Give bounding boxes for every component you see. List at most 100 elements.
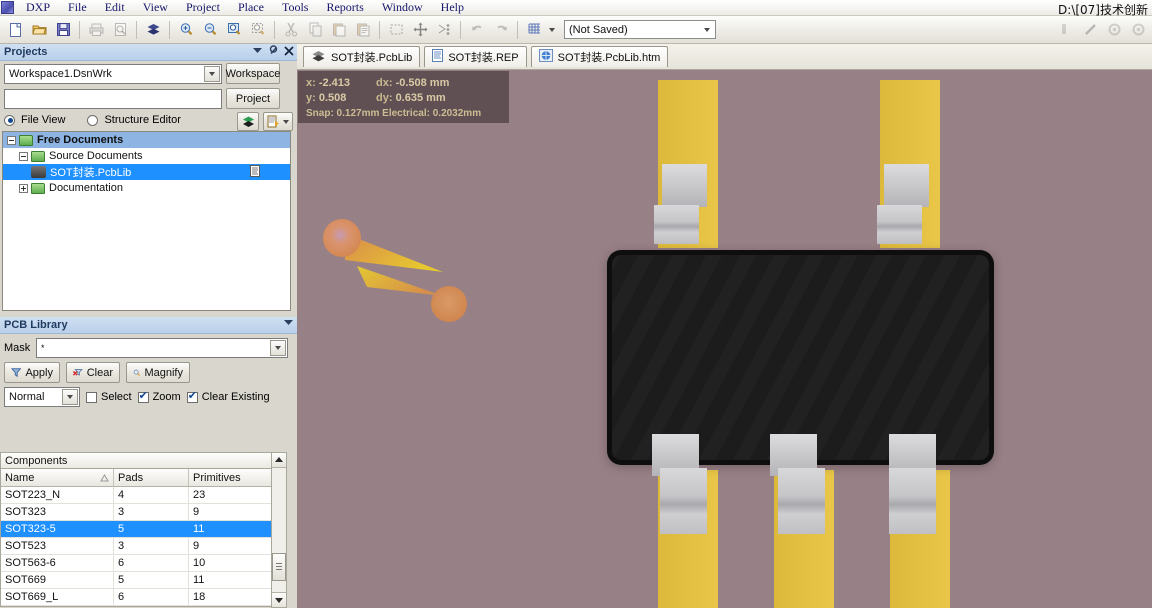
save-icon[interactable] <box>51 18 75 42</box>
board-layers-icon[interactable] <box>141 18 165 42</box>
file-view-radio[interactable] <box>4 114 15 126</box>
paste-icon[interactable] <box>327 18 351 42</box>
table-row[interactable]: SOT563-6 6 10 <box>1 555 278 572</box>
clear-existing-checkbox-group[interactable]: Clear Existing <box>186 390 270 403</box>
clear-button[interactable]: Clear <box>66 362 120 383</box>
chevron-down-icon[interactable] <box>204 65 220 82</box>
undo-icon[interactable] <box>465 18 489 42</box>
menu-item-window[interactable]: Window <box>373 0 432 15</box>
menu-item-project[interactable]: Project <box>177 0 229 15</box>
menu-item-place[interactable]: Place <box>229 0 273 15</box>
move-icon[interactable] <box>408 18 432 42</box>
components-table[interactable]: Name Pads Primitives SOT223_N 4 23 SOT32… <box>0 469 279 607</box>
menu-item-reports[interactable]: Reports <box>317 0 372 15</box>
print-preview-icon[interactable] <box>108 18 132 42</box>
tab-sot-pcblib-htm[interactable]: SOT封装.PcbLib.htm <box>530 46 669 67</box>
close-icon[interactable] <box>284 45 294 59</box>
structure-editor-radio[interactable] <box>87 114 99 126</box>
column-header-primitives[interactable]: Primitives <box>189 469 278 486</box>
lead-top-left-upper <box>662 164 707 207</box>
magnify-button[interactable]: Magnify <box>126 362 190 383</box>
table-row[interactable]: SOT323-5 5 11 <box>1 521 278 538</box>
lead-top-right-lower <box>877 205 922 244</box>
scroll-up-icon[interactable] <box>272 453 286 468</box>
select-area-icon[interactable] <box>384 18 408 42</box>
menu-item-file[interactable]: File <box>59 0 96 15</box>
dxp-logo-icon[interactable] <box>1 1 14 14</box>
select-checkbox-group[interactable]: Select <box>86 391 132 403</box>
chevron-down-icon[interactable] <box>283 318 294 330</box>
open-report-icon[interactable] <box>263 112 293 131</box>
filter-icon <box>11 368 22 378</box>
tree-node-source-documents[interactable]: Source Documents <box>3 148 290 164</box>
zoom-selected-icon[interactable] <box>246 18 270 42</box>
display-mode-value: Normal <box>9 391 45 403</box>
scroll-down-icon[interactable] <box>272 592 286 607</box>
table-row[interactable]: SOT669 5 11 <box>1 572 278 589</box>
saved-state-combo[interactable]: (Not Saved) <box>564 20 716 39</box>
chevron-down-icon[interactable] <box>699 22 714 37</box>
menu-item-help[interactable]: Help <box>432 0 473 15</box>
project-row: Project <box>0 86 297 111</box>
align-icon[interactable] <box>432 18 456 42</box>
chevron-down-icon[interactable] <box>270 340 286 356</box>
redo-icon[interactable] <box>489 18 513 42</box>
display-mode-combo[interactable]: Normal <box>4 387 80 407</box>
open-folder-icon[interactable] <box>27 18 51 42</box>
table-row[interactable]: SOT669_L 6 18 <box>1 589 278 606</box>
structure-editor-label[interactable]: Structure Editor <box>104 114 180 126</box>
expand-toggle-icon[interactable] <box>19 183 28 193</box>
pad-icon[interactable] <box>1102 18 1126 42</box>
zoom-checkbox[interactable] <box>137 390 149 403</box>
menu-label: Place <box>237 0 264 14</box>
zoom-area-icon[interactable] <box>222 18 246 42</box>
project-tree[interactable]: Free Documents Source Documents SOT封装.Pc… <box>2 131 291 311</box>
paste-special-icon[interactable] <box>351 18 375 42</box>
clear-existing-checkbox[interactable] <box>186 390 198 403</box>
chevron-down-icon[interactable] <box>62 389 78 405</box>
menu-item-tools[interactable]: Tools <box>273 0 318 15</box>
apply-button[interactable]: Apply <box>4 362 60 383</box>
menu-item-view[interactable]: View <box>134 0 177 15</box>
collapse-toggle-icon[interactable] <box>19 151 28 161</box>
table-row[interactable]: SOT523 3 9 <box>1 538 278 555</box>
menu-item-edit[interactable]: Edit <box>96 0 134 15</box>
file-view-label[interactable]: File View <box>21 114 65 126</box>
components-scrollbar[interactable] <box>271 452 287 608</box>
workspace-button[interactable]: Workspace <box>226 63 280 84</box>
new-document-icon[interactable] <box>3 18 27 42</box>
tab-sot-pcblib[interactable]: SOT封装.PcbLib <box>303 46 421 67</box>
line-icon[interactable] <box>1078 18 1102 42</box>
print-icon[interactable] <box>84 18 108 42</box>
layers-icon[interactable] <box>1054 18 1078 42</box>
board-icon[interactable] <box>237 112 259 131</box>
grid-icon[interactable] <box>522 18 546 42</box>
menu-item-dxp[interactable]: DXP <box>17 0 59 15</box>
chevron-down-icon[interactable] <box>252 46 263 58</box>
tree-node-sot-pcblib[interactable]: SOT封装.PcbLib <box>3 164 290 180</box>
workspace-combo[interactable]: Workspace1.DsnWrk <box>4 63 222 84</box>
table-row[interactable]: SOT223_N 4 23 <box>1 487 278 504</box>
via-icon[interactable] <box>1126 18 1150 42</box>
tab-sot-rep[interactable]: SOT封装.REP <box>424 46 527 67</box>
pin-icon[interactable] <box>268 45 279 59</box>
grid-dropdown-arrow-icon[interactable] <box>546 18 558 42</box>
table-row[interactable]: SOT323 3 9 <box>1 504 278 521</box>
pcb3d-viewport[interactable]: x: -2.413 dx: -0.508 mm y: 0.508 dy: 0.6… <box>297 70 1152 608</box>
scrollbar-thumb[interactable] <box>272 553 286 581</box>
column-header-name[interactable]: Name <box>1 469 114 486</box>
collapse-toggle-icon[interactable] <box>7 135 16 145</box>
mask-input[interactable]: * <box>36 338 288 358</box>
coordinate-overlay: x: -2.413 dx: -0.508 mm y: 0.508 dy: 0.6… <box>298 71 509 123</box>
select-checkbox[interactable] <box>86 391 97 403</box>
project-button[interactable]: Project <box>226 88 280 109</box>
cut-icon[interactable] <box>279 18 303 42</box>
tree-node-free-documents[interactable]: Free Documents <box>3 132 290 148</box>
copy-icon[interactable] <box>303 18 327 42</box>
zoom-in-icon[interactable] <box>174 18 198 42</box>
project-combo[interactable] <box>4 88 222 109</box>
column-header-pads[interactable]: Pads <box>114 469 189 486</box>
tree-node-documentation[interactable]: Documentation <box>3 180 290 196</box>
zoom-out-icon[interactable] <box>198 18 222 42</box>
zoom-checkbox-group[interactable]: Zoom <box>137 390 181 403</box>
